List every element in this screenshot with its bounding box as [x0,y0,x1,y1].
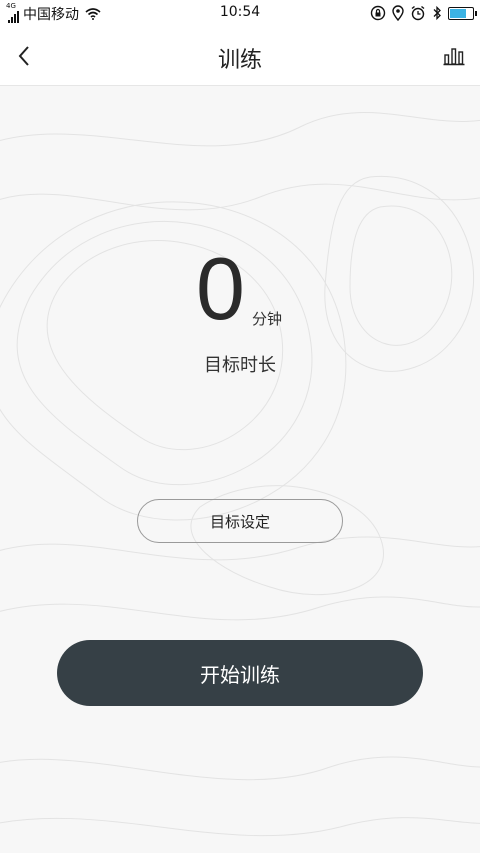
topographic-background [0,112,480,837]
bar-chart-icon [443,48,465,66]
bluetooth-icon [433,5,441,21]
navigation-bar: 训练 [0,26,480,86]
alarm-icon [411,5,425,21]
training-content: 0 分钟 目标时长 目标设定 开始训练 [0,87,480,853]
status-bar: 4G 中国移动 10:54 [0,0,480,26]
page-title: 训练 [217,48,262,73]
statistics-button[interactable] [442,44,466,68]
target-duration-unit: 分钟 [252,310,283,328]
target-duration-value: 0 [196,239,245,338]
location-icon [392,5,404,21]
start-training-button[interactable]: 开始训练 [57,640,423,706]
status-right [370,5,477,21]
set-goal-label: 目标设定 [209,512,270,531]
rotation-lock-icon [370,5,386,21]
start-training-label: 开始训练 [200,662,280,687]
battery-icon [448,6,477,20]
set-goal-button[interactable]: 目标设定 [137,499,343,543]
target-duration-label: 目标时长 [204,355,276,376]
